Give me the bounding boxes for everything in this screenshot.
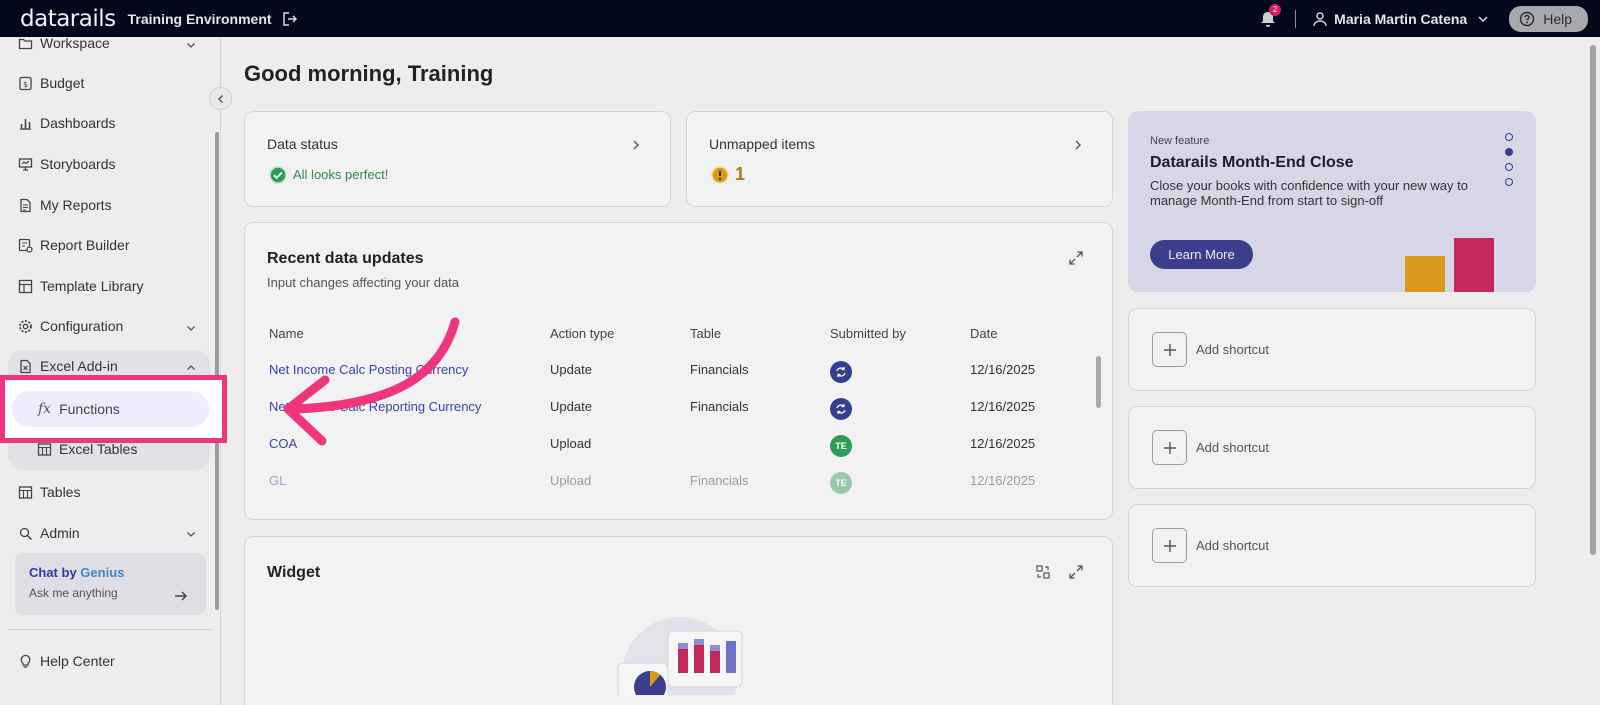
tutorial-arrow <box>283 317 460 446</box>
